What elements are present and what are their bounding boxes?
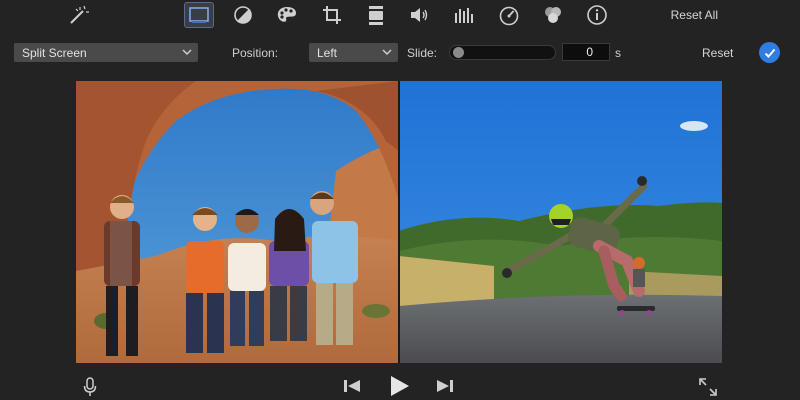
noise-reduction-icon[interactable] (539, 3, 567, 27)
reset-button[interactable]: Reset (702, 46, 733, 60)
overlay-style-dropdown[interactable]: Split Screen (14, 43, 198, 62)
slide-duration-slider[interactable] (449, 45, 556, 60)
equalizer-icon[interactable] (450, 3, 478, 27)
fullscreen-icon[interactable] (697, 376, 719, 398)
info-icon[interactable] (583, 3, 611, 27)
right-clip-frame (399, 81, 722, 363)
chevron-down-icon (181, 46, 193, 61)
slide-label: Slide: (407, 46, 438, 60)
position-label: Position: (232, 46, 279, 60)
reset-all-button[interactable]: Reset All (671, 8, 718, 22)
slide-duration-field[interactable]: 0 (562, 43, 610, 61)
position-dropdown[interactable]: Left (309, 43, 398, 62)
overlay-style-value: Split Screen (22, 45, 87, 60)
left-clip-frame (76, 81, 399, 363)
slider-knob[interactable] (453, 47, 464, 58)
stabilization-icon[interactable] (362, 3, 390, 27)
magic-wand-icon[interactable] (64, 3, 92, 27)
volume-icon[interactable] (406, 3, 434, 27)
color-balance-icon[interactable] (229, 3, 257, 27)
color-palette-icon[interactable] (273, 3, 301, 27)
group-under-rock-arch-image (76, 81, 399, 363)
skip-back-icon[interactable] (341, 378, 363, 394)
skip-forward-icon[interactable] (434, 378, 456, 394)
position-value: Left (317, 45, 338, 60)
playback-bar (0, 368, 800, 400)
adjustment-toolbar: Reset All (0, 0, 800, 32)
chevron-down-icon (381, 46, 393, 61)
checkmark-icon (764, 48, 775, 58)
microphone-icon[interactable] (82, 376, 98, 398)
apply-checkmark-button[interactable] (759, 42, 780, 63)
speed-icon[interactable] (495, 3, 523, 27)
split-divider[interactable] (398, 81, 400, 363)
downhill-skateboarder-image (399, 81, 722, 363)
video-viewer[interactable] (76, 81, 722, 363)
slide-unit-label: s (615, 46, 621, 60)
play-icon[interactable] (386, 374, 412, 398)
crop-icon[interactable] (318, 3, 346, 27)
video-overlay-icon[interactable] (184, 2, 214, 28)
